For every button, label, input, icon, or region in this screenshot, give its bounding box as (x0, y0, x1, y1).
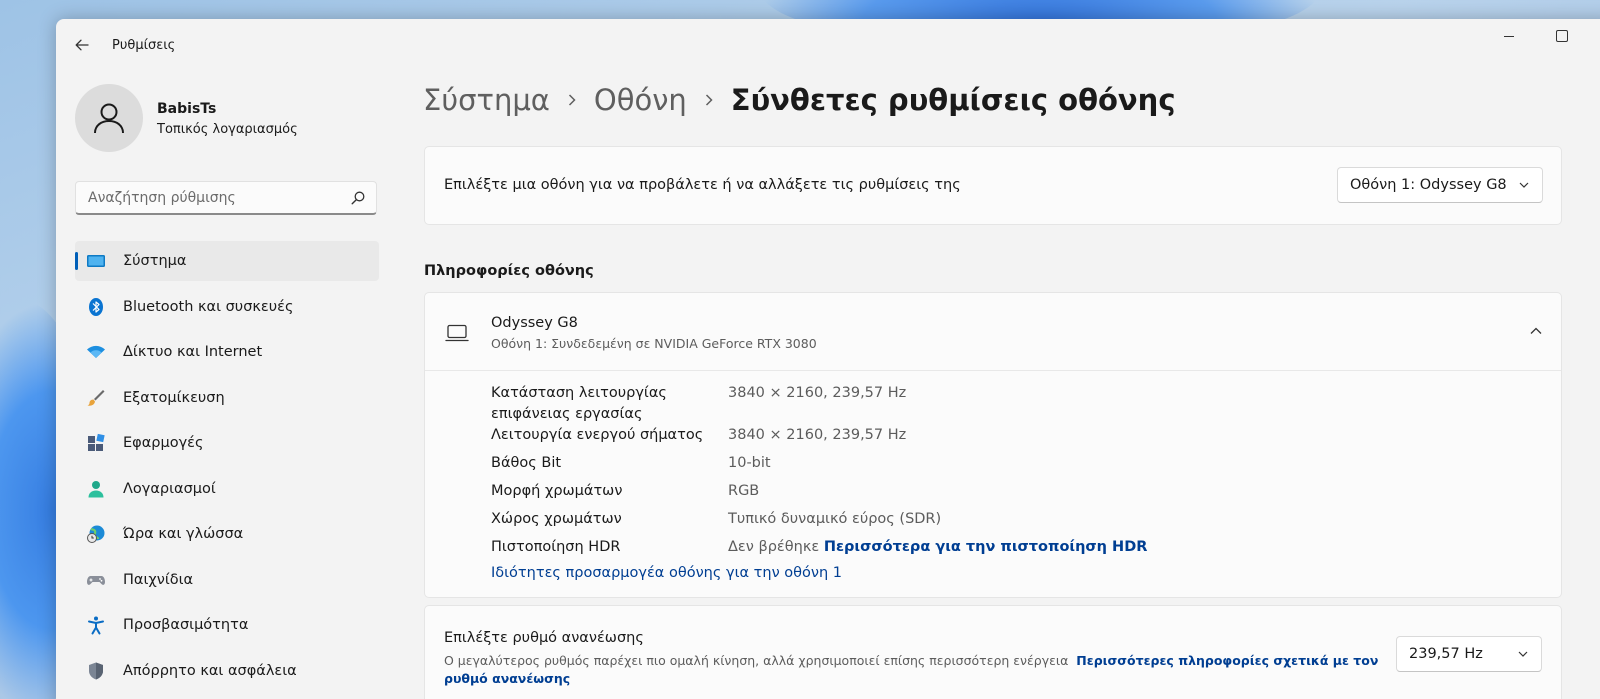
sidebar-item-apps[interactable]: Εφαρμογές (75, 423, 379, 463)
info-label: Μορφή χρωμάτων (491, 483, 623, 499)
refresh-rate-value: 239,57 Hz (1409, 646, 1483, 662)
info-label: Κατάσταση λειτουργίας επιφάνειας εργασία… (491, 385, 667, 422)
sidebar-item-privacy-security[interactable]: Απόρρητο και ασφάλεια (75, 651, 379, 691)
sidebar-item-label: Προσβασιμότητα (123, 617, 249, 633)
adapter-properties-row: Ιδιότητες προσαρμογέα οθόνης για την οθό… (491, 565, 842, 581)
chevron-right-icon (704, 88, 714, 112)
apps-icon (88, 433, 105, 451)
chevron-right-icon (567, 88, 577, 112)
section-title-display-info: Πληροφορίες οθόνης (424, 263, 594, 279)
info-value: Δεν βρέθηκε Περισσότερα για την πιστοποί… (728, 537, 1147, 558)
monitor-name: Odyssey G8 (491, 315, 578, 331)
info-value: RGB (728, 483, 760, 499)
search-box (75, 181, 377, 215)
sidebar-item-personalization[interactable]: Εξατομίκευση (75, 378, 379, 418)
settings-window: Ρυθμίσεις BabisTs Τοπικός λογαριασμός Αν… (56, 19, 1600, 699)
wifi-icon (87, 345, 105, 358)
search-icon[interactable] (350, 190, 366, 206)
chevron-down-icon (1519, 182, 1529, 188)
info-label: Λειτουργία ενεργού σήματος (491, 427, 704, 443)
maximize-button[interactable] (1546, 27, 1576, 47)
breadcrumb-system[interactable]: Σύστημα (423, 83, 550, 117)
laptop-icon (445, 324, 469, 342)
sidebar-item-network[interactable]: Δίκτυο και Internet (75, 332, 379, 372)
display-info-card: Odyssey G8 Οθόνη 1: Συνδεδεμένη σε NVIDI… (424, 292, 1562, 598)
breadcrumb: Σύστημα Οθόνη Σύνθετες ρυθμίσεις οθόνης (423, 83, 1176, 117)
account-icon (88, 480, 104, 497)
sidebar-item-label: Bluetooth και συσκευές (123, 298, 294, 315)
back-button[interactable] (70, 33, 94, 57)
sidebar-item-label: Απόρρητο και ασφάλεια (123, 662, 297, 679)
refresh-rate-desc-text: Ο μεγαλύτερος ρυθμός παρέχει πιο ομαλή κ… (444, 653, 1069, 668)
sidebar-item-time-language[interactable]: Ώρα και γλώσσα (75, 514, 379, 554)
info-value: 3840 × 2160, 239,57 Hz (728, 427, 907, 443)
page-title: Σύνθετες ρυθμίσεις οθόνης (730, 83, 1176, 117)
chevron-down-icon (1518, 651, 1528, 657)
display-select-card: Επιλέξτε μια οθόνη για να προβάλετε ή να… (424, 146, 1562, 225)
sidebar-item-label: Παιχνίδια (123, 571, 194, 588)
search-input[interactable] (76, 182, 346, 213)
accessibility-icon (88, 616, 104, 635)
app-title: Ρυθμίσεις (112, 38, 176, 53)
sidebar-item-label: Δίκτυο και Internet (123, 344, 263, 360)
sidebar-item-label: Εφαρμογές (123, 435, 204, 451)
sidebar-item-system[interactable]: Σύστημα (75, 241, 379, 281)
person-icon (94, 103, 124, 134)
info-label: Πιστοποίηση HDR (491, 539, 621, 555)
system-icon (87, 255, 105, 267)
sidebar-item-accounts[interactable]: Λογαριασμοί (75, 469, 379, 509)
display-select-label: Επιλέξτε μια οθόνη για να προβάλετε ή να… (444, 177, 961, 193)
info-value: 10-bit (728, 455, 771, 471)
monitor-connection: Οθόνη 1: Συνδεδεμένη σε NVIDIA GeForce R… (491, 336, 817, 351)
info-label: Χώρος χρωμάτων (491, 511, 622, 527)
sidebar-item-gaming[interactable]: Παιχνίδια (75, 560, 379, 600)
shield-icon (89, 662, 103, 679)
refresh-rate-dropdown[interactable]: 239,57 Hz (1396, 636, 1542, 672)
title-bar: Ρυθμίσεις (56, 19, 1600, 71)
sidebar-item-bluetooth[interactable]: Bluetooth και συσκευές (75, 287, 379, 327)
sidebar-nav: Σύστημα Bluetooth και συσκευές Δίκτυο κα… (75, 241, 379, 696)
sidebar-item-label: Σύστημα (123, 253, 187, 269)
monitor-dropdown[interactable]: Οθόνη 1: Odyssey G8 (1337, 167, 1543, 203)
refresh-rate-card: Επιλέξτε ρυθμό ανανέωσης Ο μεγαλύτερος ρ… (424, 605, 1562, 699)
brush-icon (87, 389, 105, 406)
minimize-button[interactable] (1494, 27, 1524, 47)
sidebar-item-label: Λογαριασμοί (123, 480, 216, 497)
refresh-rate-description: Ο μεγαλύτερος ρυθμός παρέχει πιο ομαλή κ… (444, 652, 1384, 688)
sidebar-item-accessibility[interactable]: Προσβασιμότητα (75, 605, 379, 645)
gamepad-icon (87, 575, 105, 585)
bluetooth-icon (89, 297, 103, 316)
chevron-up-icon[interactable] (1529, 326, 1543, 336)
adapter-properties-link[interactable]: Ιδιότητες προσαρμογέα οθόνης για την οθό… (491, 565, 842, 581)
refresh-rate-title: Επιλέξτε ρυθμό ανανέωσης (444, 630, 644, 646)
breadcrumb-display[interactable]: Οθόνη (594, 83, 687, 117)
monitor-dropdown-value: Οθόνη 1: Odyssey G8 (1350, 177, 1507, 193)
hdr-status: Δεν βρέθηκε (728, 539, 820, 555)
hdr-more-info-link[interactable]: Περισσότερα για την πιστοποίηση HDR (824, 539, 1148, 555)
globe-clock-icon (87, 525, 105, 543)
info-value: Τυπικό δυναμικό εύρος (SDR) (728, 511, 942, 527)
account-type: Τοπικός λογαριασμός (157, 122, 298, 137)
sidebar-item-label: Ώρα και γλώσσα (123, 526, 244, 542)
info-value: 3840 × 2160, 239,57 Hz (728, 385, 907, 401)
sidebar-item-label: Εξατομίκευση (123, 389, 225, 406)
display-info-header[interactable]: Odyssey G8 Οθόνη 1: Συνδεδεμένη σε NVIDI… (425, 293, 1561, 371)
arrow-left-icon (75, 39, 89, 51)
info-label: Βάθος Bit (491, 455, 562, 471)
avatar (75, 84, 143, 152)
user-name: BabisTs (157, 101, 217, 117)
